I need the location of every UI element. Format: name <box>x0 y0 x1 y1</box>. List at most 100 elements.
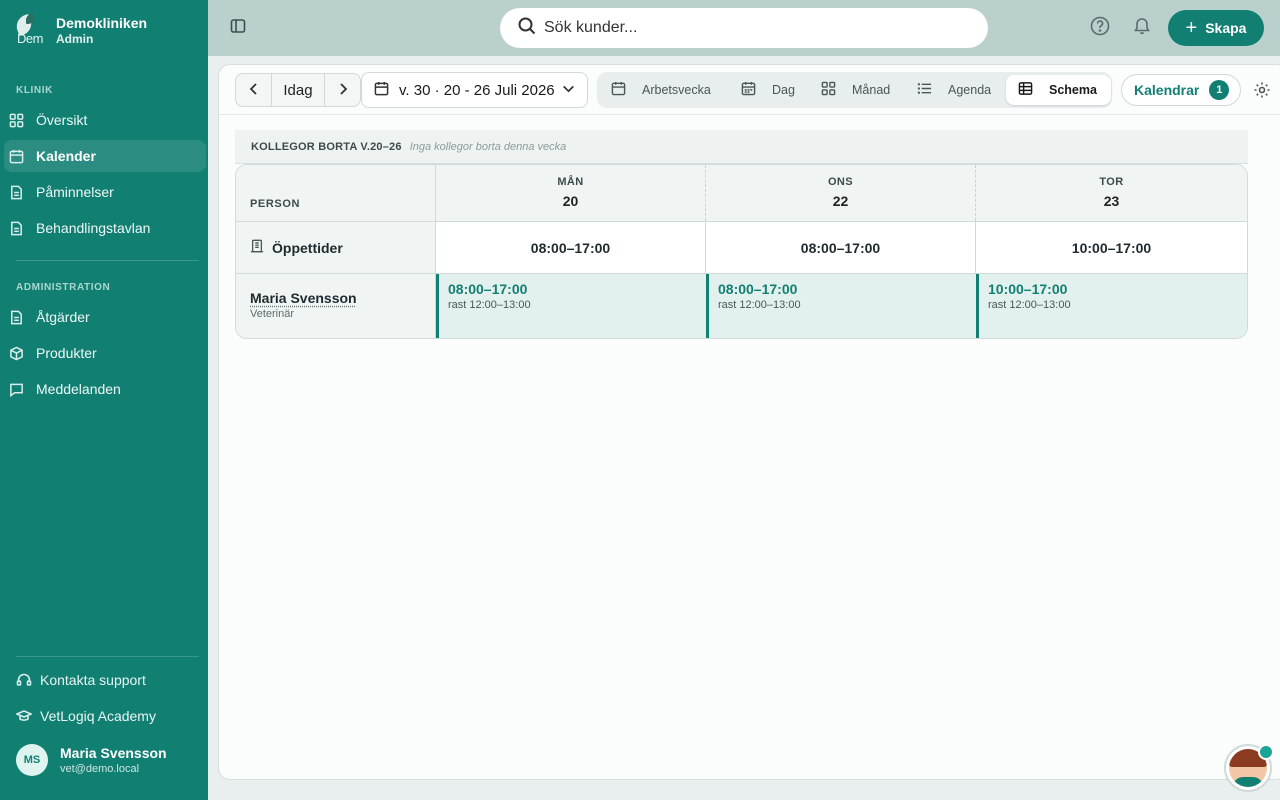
view-manad[interactable]: Månad <box>821 75 890 105</box>
brand[interactable]: Dem Demokliniken Admin <box>16 14 147 46</box>
staff-info: Maria Svensson Veterinär <box>236 274 436 338</box>
opening-hours-label: Öppettider <box>272 239 343 256</box>
avatar: MS <box>16 744 48 776</box>
view-label: Månad <box>852 83 891 97</box>
building-icon <box>250 239 272 256</box>
sidebar-item-label: Översikt <box>36 112 88 128</box>
user-name: Maria Svensson <box>60 744 167 761</box>
calendar-panel: Idag v. 30 · 20 - 26 Juli 2026 Arbetsvec… <box>218 64 1280 780</box>
document-icon <box>8 184 24 200</box>
opening-time: 10:00–17:00 <box>1071 239 1152 256</box>
academy-link[interactable]: VetLogiq Academy <box>16 708 156 724</box>
sidebar-item-oversikt[interactable]: Översikt <box>4 104 206 136</box>
schedule-table: PERSON MÅN 20 ONS 22 TOR 23 Öppettider 0… <box>235 164 1248 339</box>
staff-row: Maria Svensson Veterinär 08:00–17:00 ras… <box>236 274 1247 338</box>
day-name: TOR <box>1099 176 1124 188</box>
user-profile[interactable]: MS Maria Svensson vet@demo.local <box>16 744 167 776</box>
calendar-icon <box>8 148 24 164</box>
settings-button[interactable] <box>1253 81 1271 99</box>
chevron-right-icon <box>336 82 350 99</box>
shift-block[interactable]: 10:00–17:00 rast 12:00–13:00 <box>976 274 1247 338</box>
sidebar-divider <box>16 656 199 657</box>
sidebar-item-label: Behandlingstavlan <box>36 220 151 236</box>
document-icon <box>8 220 24 236</box>
calendar-toolbar: Idag v. 30 · 20 - 26 Juli 2026 Arbetsvec… <box>219 65 1280 115</box>
view-label: Schema <box>1049 83 1097 97</box>
bell-icon <box>1132 16 1152 41</box>
previous-button[interactable] <box>236 74 271 106</box>
date-navigation: Idag <box>235 73 361 107</box>
user-role: Admin <box>56 32 94 46</box>
today-button[interactable]: Idag <box>271 74 325 106</box>
help-button[interactable] <box>1088 16 1112 40</box>
section-label-administration: ADMINISTRATION <box>16 282 111 293</box>
opening-time: 08:00–17:00 <box>706 222 976 273</box>
clinic-name: Demokliniken <box>56 15 148 31</box>
opening-time: 08:00–17:00 <box>436 222 706 273</box>
schedule-header-row: PERSON MÅN 20 ONS 22 TOR 23 <box>236 165 1247 222</box>
sidebar-item-label: Åtgärder <box>36 309 90 325</box>
week-picker[interactable]: v. 30 · 20 - 26 Juli 2026 <box>361 72 588 108</box>
sidebar-item-atgarder[interactable]: Åtgärder <box>4 301 206 333</box>
calendar-grid-icon <box>741 81 772 99</box>
sidebar-item-paminnelser[interactable]: Påminnelser <box>4 176 206 208</box>
sidebar-item-meddelanden[interactable]: Meddelanden <box>4 373 206 405</box>
search-icon <box>518 17 536 40</box>
box-icon <box>8 345 24 361</box>
view-dag[interactable]: Dag <box>741 75 795 105</box>
create-button[interactable]: + Skapa <box>1168 10 1264 46</box>
shift-break: rast 12:00–13:00 <box>448 299 531 311</box>
sidebar-item-behandlingstavlan[interactable]: Behandlingstavlan <box>4 212 206 244</box>
person-column-header: PERSON <box>236 165 436 221</box>
sidebar-item-label: Påminnelser <box>36 184 114 200</box>
grid-icon <box>821 81 852 99</box>
staff-role: Veterinär <box>250 308 295 320</box>
section-label-klinik: KLINIK <box>16 85 53 96</box>
message-icon <box>8 381 24 397</box>
contact-support-link[interactable]: Kontakta support <box>16 672 146 688</box>
assistant-button[interactable] <box>1224 744 1274 792</box>
plus-icon: + <box>1185 17 1198 39</box>
search-input[interactable] <box>544 19 964 37</box>
sidebar-toggle-button[interactable] <box>228 16 248 40</box>
sidebar-item-kalender[interactable]: Kalender <box>4 140 206 172</box>
absence-banner: KOLLEGOR BORTA V.20–26 Inga kollegor bor… <box>235 130 1248 164</box>
sidebar-item-label: Meddelanden <box>36 381 121 397</box>
sidebar-toggle-icon <box>230 18 246 39</box>
next-button[interactable] <box>325 74 360 106</box>
view-label: Dag <box>772 83 795 97</box>
assistant-badge-icon <box>1258 744 1274 760</box>
staff-name-link[interactable]: Maria Svensson <box>250 290 435 306</box>
academy-label: VetLogiq Academy <box>40 708 156 724</box>
sidebar-item-produkter[interactable]: Produkter <box>4 337 206 369</box>
day-name: ONS <box>827 176 854 188</box>
view-agenda[interactable]: Agenda <box>917 75 991 105</box>
chevron-down-icon <box>561 81 576 100</box>
view-switcher: Arbetsvecka Dag Månad Agenda Schema <box>597 72 1112 108</box>
calendars-label: Kalendrar <box>1134 82 1200 98</box>
view-arbetsvecka[interactable]: Arbetsvecka <box>611 75 711 105</box>
day-header: TOR 23 <box>976 165 1247 221</box>
day-date: 23 <box>1103 193 1120 209</box>
shift-block[interactable]: 08:00–17:00 rast 12:00–13:00 <box>436 274 706 338</box>
day-date: 20 <box>562 193 579 209</box>
day-header: MÅN 20 <box>436 165 706 221</box>
gear-icon <box>1253 82 1271 103</box>
headset-icon <box>16 672 32 688</box>
clinic-logo-text: Dem <box>17 31 43 46</box>
shift-block[interactable]: 08:00–17:00 rast 12:00–13:00 <box>706 274 976 338</box>
day-header: ONS 22 <box>706 165 976 221</box>
calendar-icon <box>611 81 642 99</box>
document-icon <box>8 309 24 325</box>
sidebar-item-label: Produkter <box>36 345 97 361</box>
notifications-button[interactable] <box>1130 16 1154 40</box>
calendars-count-badge: 1 <box>1209 80 1230 100</box>
view-schema[interactable]: Schema <box>1006 75 1111 105</box>
shift-time: 08:00–17:00 <box>718 281 798 297</box>
opening-hours-label-cell: Öppettider <box>236 222 436 273</box>
day-date: 22 <box>832 193 849 209</box>
grid-icon <box>8 112 24 128</box>
shift-break: rast 12:00–13:00 <box>718 299 801 311</box>
calendars-button[interactable]: Kalendrar 1 <box>1121 74 1241 106</box>
day-name: MÅN <box>557 176 584 188</box>
